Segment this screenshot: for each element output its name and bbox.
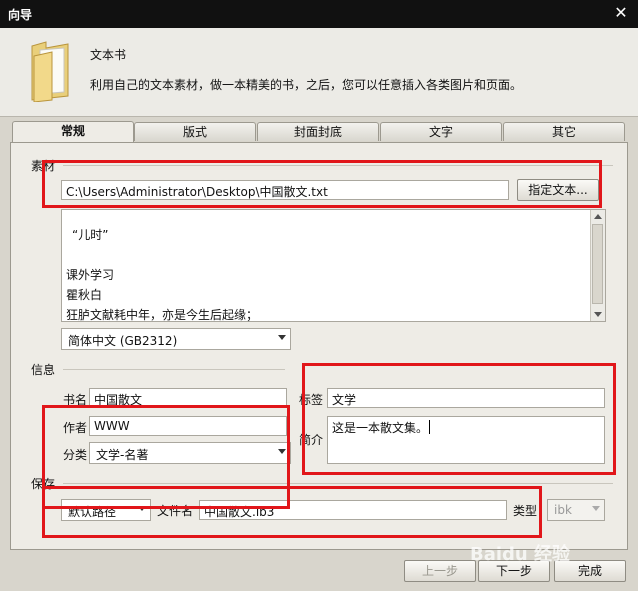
- tab-cover[interactable]: 封面封底: [257, 122, 379, 141]
- category-label: 分类: [63, 448, 88, 462]
- tag-label: 标签: [299, 393, 324, 407]
- save-path-value: 默认路径: [68, 505, 117, 519]
- window-title: 向导: [8, 8, 33, 22]
- title-field[interactable]: 中国散文: [89, 388, 287, 408]
- scroll-thumb[interactable]: [592, 224, 603, 304]
- chevron-down-icon: [278, 449, 286, 454]
- choose-text-button[interactable]: 指定文本...: [517, 179, 599, 201]
- chevron-down-icon: [278, 335, 286, 340]
- text-caret: [429, 420, 430, 434]
- book-type-description: 利用自己的文本素材，做一本精美的书，之后，您可以任意插入各类图片和页面。: [90, 78, 523, 92]
- category-select[interactable]: 文学-名著: [89, 442, 291, 464]
- save-path-select[interactable]: 默认路径: [61, 499, 151, 521]
- close-icon[interactable]: ✕: [612, 4, 630, 22]
- scroll-up-icon[interactable]: [594, 214, 602, 219]
- file-path-field[interactable]: C:\Users\Administrator\Desktop\中国散文.txt: [61, 180, 509, 200]
- tab-text[interactable]: 文字: [380, 122, 502, 141]
- save-section-label: 保存: [31, 477, 56, 491]
- material-section-label: 素材: [31, 159, 56, 173]
- file-type-select: ibk: [547, 499, 605, 521]
- tab-panel-general: 素材 C:\Users\Administrator\Desktop\中国散文.t…: [10, 142, 628, 550]
- wizard-window: 文本书 利用自己的文本素材，做一本精美的书，之后，您可以任意插入各类图片和页面。…: [0, 28, 638, 591]
- category-value: 文学-名著: [96, 448, 149, 462]
- encoding-value: 简体中文 (GB2312): [68, 334, 178, 348]
- tab-general[interactable]: 常规: [12, 121, 134, 142]
- tab-other[interactable]: 其它: [503, 122, 625, 141]
- filename-field[interactable]: 中国散文.ib3: [199, 500, 507, 520]
- summary-text: 这是一本散文集。: [332, 421, 429, 435]
- preview-line: 课外学习: [66, 268, 115, 282]
- title-label: 书名: [63, 393, 88, 407]
- book-type-name: 文本书: [90, 48, 127, 62]
- text-preview-area[interactable]: “儿时” 课外学习 瞿秋白 狂胪文献耗中年，亦是今生后起缘；: [61, 209, 606, 322]
- summary-field[interactable]: 这是一本散文集。: [327, 416, 605, 464]
- file-type-value: ibk: [554, 503, 572, 517]
- chevron-down-icon: [138, 506, 146, 511]
- filename-label: 文件名: [157, 504, 194, 518]
- watermark: Baidu 经验: [470, 544, 571, 565]
- type-label: 类型: [513, 504, 538, 518]
- tab-bar: 常规 版式 封面封底 文字 其它: [12, 121, 626, 142]
- encoding-select[interactable]: 简体中文 (GB2312): [61, 328, 291, 350]
- prev-button[interactable]: 上一步: [404, 560, 476, 582]
- divider: [63, 369, 285, 370]
- tag-field[interactable]: 文学: [327, 388, 605, 408]
- author-field[interactable]: WWW: [89, 416, 287, 436]
- summary-label: 简介: [299, 433, 324, 447]
- preview-scrollbar[interactable]: [590, 210, 605, 321]
- folder-icon: [31, 41, 69, 102]
- chevron-down-icon: [592, 506, 600, 511]
- preview-line: “儿时”: [72, 228, 109, 242]
- preview-line: 狂胪文献耗中年，亦是今生后起缘；: [66, 308, 259, 322]
- title-bar: 向导 ✕: [0, 0, 638, 28]
- divider: [63, 483, 613, 484]
- info-section-label: 信息: [31, 363, 56, 377]
- wizard-header: 文本书 利用自己的文本素材，做一本精美的书，之后，您可以任意插入各类图片和页面。: [0, 28, 638, 117]
- preview-line: 瞿秋白: [66, 288, 103, 302]
- scroll-down-icon[interactable]: [594, 312, 602, 317]
- divider: [63, 165, 613, 166]
- tab-layout[interactable]: 版式: [134, 122, 256, 141]
- author-label: 作者: [63, 421, 88, 435]
